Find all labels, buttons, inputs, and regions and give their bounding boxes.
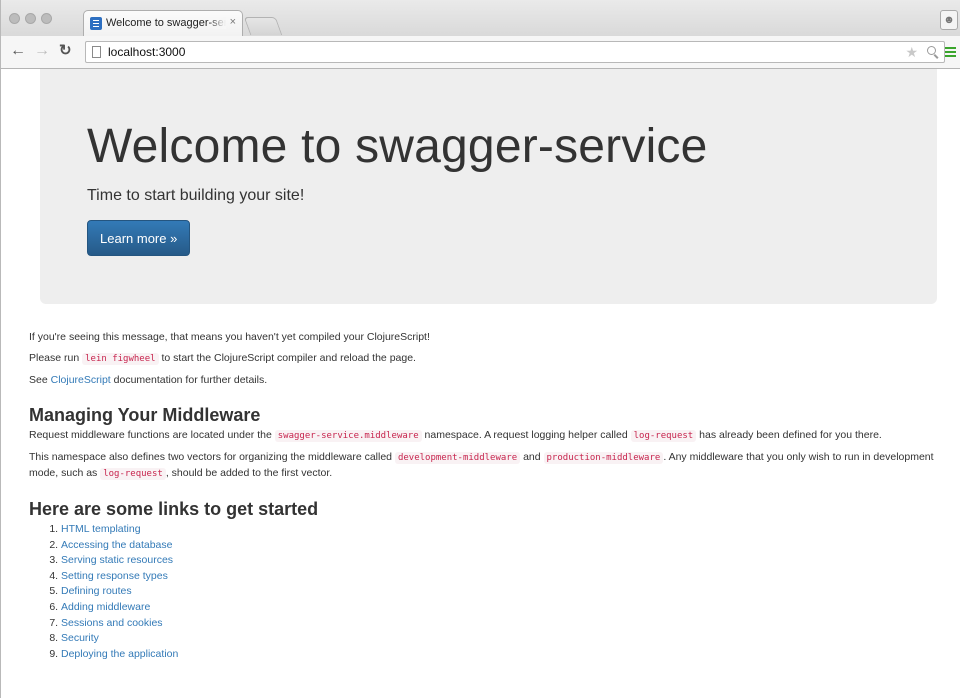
inline-code: development-middleware xyxy=(394,452,521,464)
intro-line-2: Please run lein figwheel to start the Cl… xyxy=(29,352,416,365)
forward-arrow-icon[interactable]: → xyxy=(34,42,50,60)
link-static-resources[interactable]: Serving static resources xyxy=(61,554,173,566)
intro-line-1: If you're seeing this message, that mean… xyxy=(29,331,430,343)
links-list: HTML templating Accessing the database S… xyxy=(29,522,939,662)
list-item: Sessions and cookies xyxy=(61,616,939,632)
browser-tab[interactable]: Welcome to swagger-service × xyxy=(83,10,243,36)
menu-icon[interactable] xyxy=(945,47,956,49)
middleware-heading: Managing Your Middleware xyxy=(29,405,261,425)
list-item: Serving static resources xyxy=(61,553,939,569)
list-item: Defining routes xyxy=(61,584,939,600)
reload-icon[interactable]: ↻ xyxy=(59,42,72,60)
document-icon xyxy=(90,17,102,30)
list-item: Deploying the application xyxy=(61,647,939,663)
tab-title: Welcome to swagger-service xyxy=(106,17,226,29)
page-title: Welcome to swagger-service xyxy=(87,120,708,173)
back-arrow-icon[interactable]: ← xyxy=(10,42,26,60)
browser-toolbar: ← → ↻ localhost:3000 ★ xyxy=(0,36,960,69)
inline-code: log-request xyxy=(630,430,697,442)
link-html-templating[interactable]: HTML templating xyxy=(61,523,141,535)
search-icon[interactable] xyxy=(927,46,936,55)
middleware-paragraph-1: Request middleware functions are located… xyxy=(29,429,882,442)
inline-code: swagger-service.middleware xyxy=(274,430,422,442)
url-text: localhost:3000 xyxy=(108,45,186,59)
link-defining-routes[interactable]: Defining routes xyxy=(61,585,132,597)
list-item: Adding middleware xyxy=(61,600,939,616)
window-close-dot[interactable] xyxy=(9,13,20,24)
list-item: Accessing the database xyxy=(61,538,939,554)
intro-line-3: See ClojureScript documentation for furt… xyxy=(29,374,268,386)
inline-code: lein figwheel xyxy=(82,353,159,365)
page-icon xyxy=(92,46,101,58)
window-zoom-dot[interactable] xyxy=(41,13,52,24)
main-content: If you're seeing this message, that mean… xyxy=(29,330,939,662)
page-subtitle: Time to start building your site! xyxy=(87,187,305,204)
list-item: HTML templating xyxy=(61,522,939,538)
jumbotron: Welcome to swagger-service Time to start… xyxy=(40,69,937,304)
link-accessing-database[interactable]: Accessing the database xyxy=(61,539,173,551)
profile-icon[interactable]: ☻ xyxy=(940,10,958,30)
links-heading: Here are some links to get started xyxy=(29,499,319,519)
list-item: Security xyxy=(61,631,939,647)
link-sessions-cookies[interactable]: Sessions and cookies xyxy=(61,617,163,629)
link-response-types[interactable]: Setting response types xyxy=(61,570,168,582)
middleware-paragraph-2: This namespace also defines two vectors … xyxy=(29,451,934,480)
link-security[interactable]: Security xyxy=(61,632,99,644)
window-minimize-dot[interactable] xyxy=(25,13,36,24)
inline-code: production-middleware xyxy=(543,452,664,464)
clojurescript-link[interactable]: ClojureScript xyxy=(51,374,111,386)
link-deploying[interactable]: Deploying the application xyxy=(61,648,178,660)
link-adding-middleware[interactable]: Adding middleware xyxy=(61,601,150,613)
inline-code: log-request xyxy=(100,468,166,480)
tab-close-icon[interactable]: × xyxy=(230,16,236,28)
browser-tabstrip: Welcome to swagger-service × ☻ xyxy=(0,0,960,36)
page-viewport: Welcome to swagger-service Time to start… xyxy=(0,69,960,698)
bookmark-star-icon[interactable]: ★ xyxy=(905,44,918,61)
new-tab-button[interactable] xyxy=(243,17,283,35)
learn-more-button[interactable]: Learn more » xyxy=(87,220,191,256)
list-item: Setting response types xyxy=(61,569,939,585)
address-bar[interactable]: localhost:3000 ★ xyxy=(85,41,945,63)
